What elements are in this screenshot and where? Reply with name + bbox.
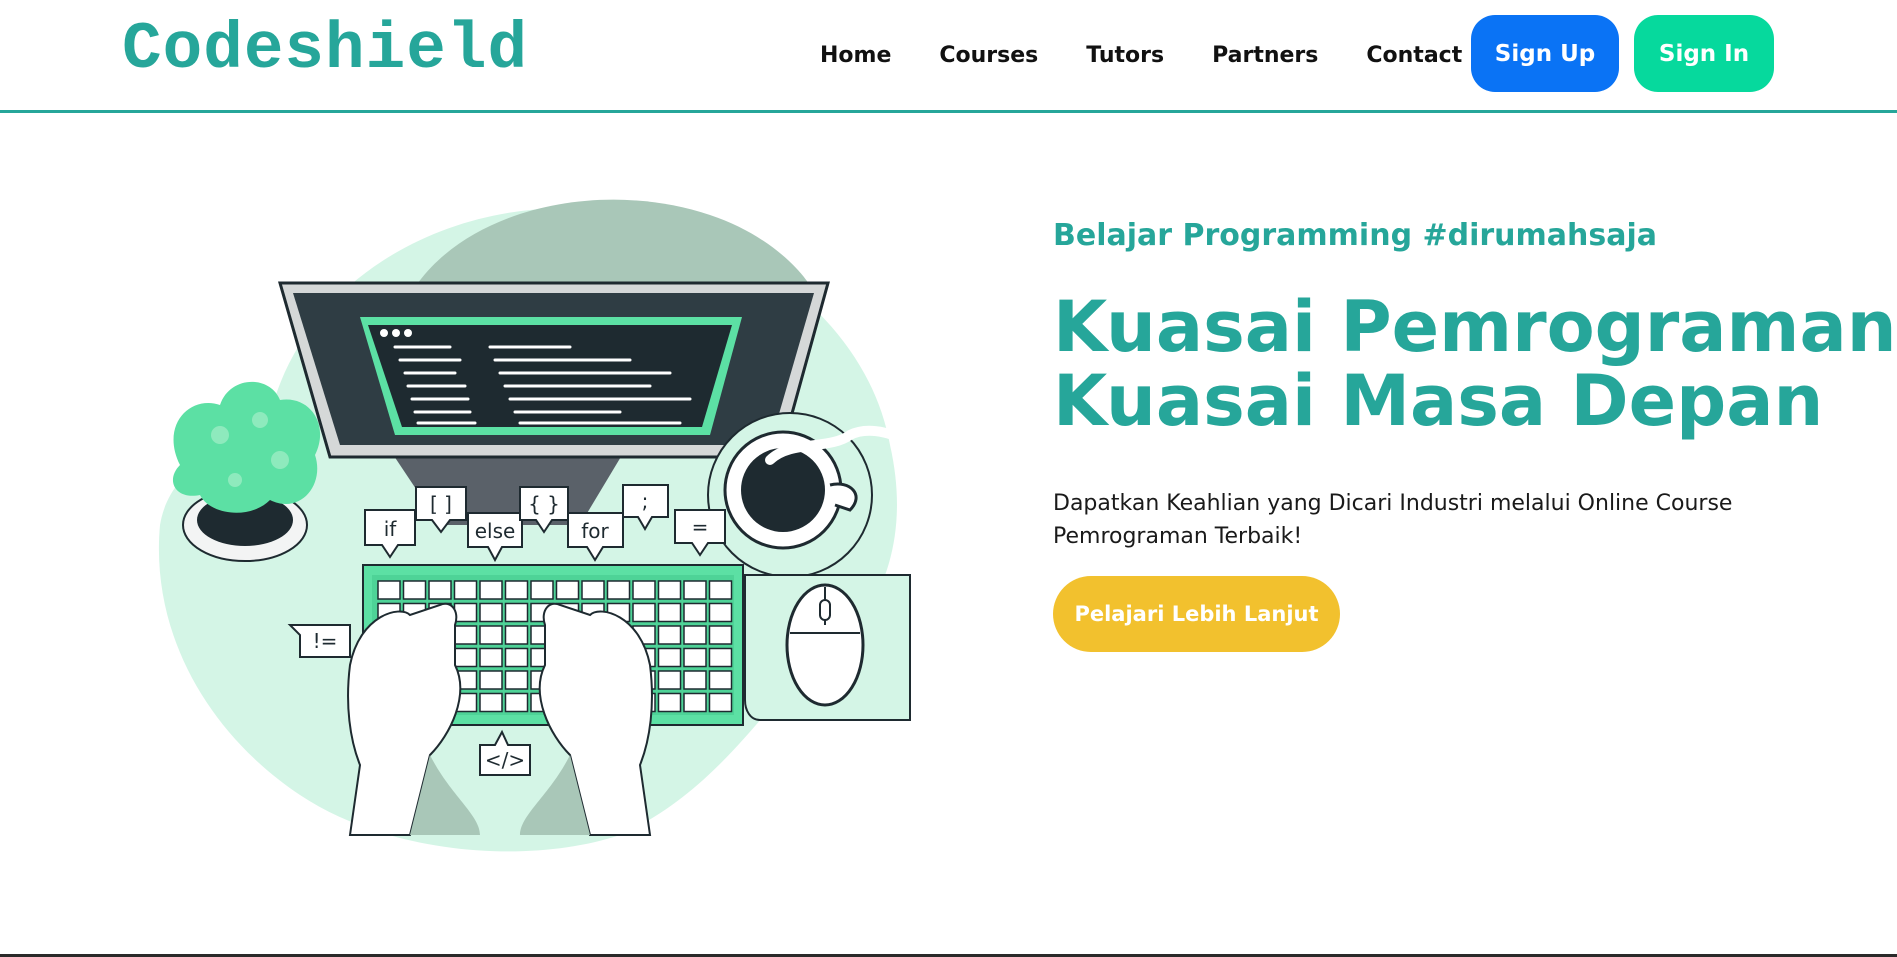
keyboard-key: [428, 580, 452, 600]
keyboard-key: [657, 625, 682, 645]
keyboard-key: [683, 625, 707, 645]
keyboard-key: [530, 580, 554, 600]
plant-icon: [172, 381, 321, 562]
keyboard-key: [504, 580, 529, 600]
keyboard-key: [683, 647, 707, 668]
hero-illustration: if [ ] else { } for ; = != </>: [158, 199, 915, 852]
keyboard-key: [555, 580, 580, 600]
keyboard-key: [453, 625, 478, 645]
nav-contact-link[interactable]: Contact: [1366, 43, 1462, 68]
code-label-brackets: [ ]: [430, 492, 452, 516]
keyboard-key: [479, 602, 503, 623]
keyboard-key: [581, 580, 605, 600]
sign-up-button[interactable]: Sign Up: [1471, 15, 1619, 92]
keyboard-key: [708, 670, 733, 690]
keyboard-key: [657, 580, 682, 600]
keyboard-key: [479, 670, 503, 690]
hero-headline: Kuasai Pemrograman, Kuasai Masa Depan: [1053, 286, 1897, 442]
keyboard-key: [708, 625, 733, 645]
code-label-if: if: [384, 517, 398, 541]
nav-partners-link[interactable]: Partners: [1212, 43, 1318, 68]
keyboard-key: [657, 670, 682, 690]
keyboard-key: [479, 692, 503, 713]
hero-tagline: Belajar Programming #dirumahsaja: [1053, 218, 1658, 253]
keyboard-key: [632, 580, 656, 600]
nav-courses-link[interactable]: Courses: [939, 43, 1038, 68]
keyboard-key: [479, 580, 503, 600]
navbar: Codeshield Home Courses Tutors Partners …: [0, 0, 1897, 113]
keyboard-key: [504, 670, 529, 690]
keyboard-key: [632, 602, 656, 623]
keyboard-key: [606, 580, 631, 600]
headline-line-1: Kuasai Pemrograman,: [1053, 286, 1897, 368]
code-label-else: else: [475, 519, 516, 543]
code-label-for: for: [581, 519, 609, 543]
keyboard-key: [453, 647, 478, 668]
keyboard-key: [708, 580, 733, 600]
code-label-html-tag: </>: [485, 748, 525, 772]
hero-description: Dapatkan Keahlian yang Dicari Industri m…: [1053, 491, 1733, 549]
main-nav: Home Courses Tutors Partners Contact: [820, 32, 1462, 78]
keyboard-key: [657, 647, 682, 668]
code-label-not-equals: !=: [313, 629, 338, 653]
keyboard-key: [479, 647, 503, 668]
keyboard-key: [479, 625, 503, 645]
code-bubble-not-equals: !=: [287, 624, 351, 658]
code-label-braces: { }: [528, 492, 560, 516]
headline-line-2: Kuasai Masa Depan: [1053, 360, 1824, 442]
keyboard-key: [657, 692, 682, 713]
keyboard-key: [683, 692, 707, 713]
keyboard-key: [377, 580, 401, 600]
keyboard-key: [453, 580, 478, 600]
keyboard-key: [708, 647, 733, 668]
keyboard-key: [683, 602, 707, 623]
learn-more-button[interactable]: Pelajari Lebih Lanjut: [1053, 576, 1340, 652]
code-label-equals: =: [692, 515, 709, 539]
keyboard-key: [504, 647, 529, 668]
keyboard-key: [683, 580, 707, 600]
keyboard-key: [402, 580, 427, 600]
keyboard-key: [708, 602, 733, 623]
keyboard-key: [504, 602, 529, 623]
nav-tutors-link[interactable]: Tutors: [1086, 43, 1164, 68]
keyboard-key: [453, 602, 478, 623]
mouse-icon: [744, 574, 911, 721]
keyboard-key: [657, 602, 682, 623]
keyboard-key: [708, 692, 733, 713]
brand-logo[interactable]: Codeshield: [122, 10, 528, 90]
code-label-semicolon: ;: [642, 489, 649, 513]
sign-in-button[interactable]: Sign In: [1634, 15, 1774, 92]
keyboard-key: [504, 692, 529, 713]
keyboard-key: [504, 625, 529, 645]
keyboard-key: [683, 670, 707, 690]
nav-home-link[interactable]: Home: [820, 43, 891, 68]
